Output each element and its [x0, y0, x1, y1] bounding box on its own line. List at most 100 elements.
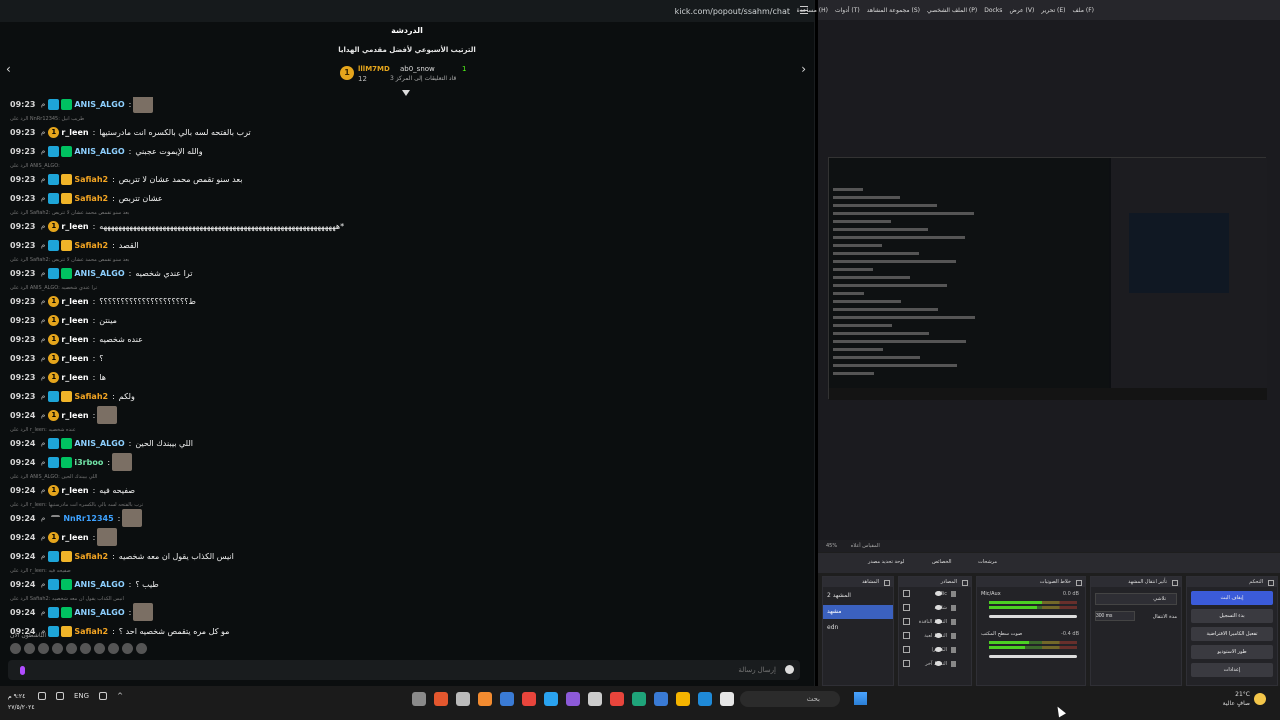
- start-recording-button[interactable]: بدء التسجيل: [1191, 609, 1273, 623]
- message-username[interactable]: r_leen: [61, 222, 88, 231]
- eye-icon[interactable]: [935, 619, 942, 624]
- message-username[interactable]: Safiah2: [74, 392, 108, 401]
- message-username[interactable]: ANIS_ALGO: [74, 439, 124, 448]
- reply-context[interactable]: الرد على ANIS_ALGO: اللي بيبندك الحين: [10, 474, 97, 483]
- app-icon[interactable]: [566, 692, 580, 706]
- scene-item[interactable]: مشهد: [823, 605, 893, 619]
- reply-context[interactable]: الرد على ANIS_ALGO: ترا عندي شخصيه: [10, 285, 97, 294]
- message-username[interactable]: ANIS_ALGO: [74, 100, 124, 109]
- app-icon[interactable]: [610, 692, 624, 706]
- app-icon[interactable]: [412, 692, 426, 706]
- reply-context[interactable]: الرد على Safiah2: انيس الكذاب يقول ان مع…: [10, 596, 124, 605]
- message-username[interactable]: ANIS_ALGO: [74, 269, 124, 278]
- settings-button[interactable]: إعدادات: [1191, 663, 1273, 677]
- emoji-icon[interactable]: [785, 665, 794, 674]
- lock-icon[interactable]: [951, 661, 956, 667]
- weather-widget[interactable]: 21°C صافٍ عالية: [1223, 690, 1266, 708]
- chevron-left-icon[interactable]: ‹: [6, 62, 11, 76]
- message-username[interactable]: i3rboo: [74, 458, 103, 467]
- message-username[interactable]: r_leen: [61, 128, 88, 137]
- message-username[interactable]: r_leen: [61, 533, 88, 542]
- app-icon[interactable]: [588, 692, 602, 706]
- chevron-up-icon[interactable]: ^: [117, 692, 123, 700]
- duration-input[interactable]: [1095, 611, 1135, 621]
- message-username[interactable]: Safiah2: [74, 241, 108, 250]
- avatar[interactable]: [52, 643, 63, 654]
- chat-message[interactable]: 09:23 م Safiah2: عشان تتربص: [10, 191, 163, 205]
- mic-tray-icon[interactable]: [99, 692, 108, 700]
- avatar[interactable]: [94, 643, 105, 654]
- app-icon[interactable]: [456, 692, 470, 706]
- eye-icon[interactable]: [935, 661, 942, 666]
- message-username[interactable]: r_leen: [61, 411, 88, 420]
- menu-item[interactable]: Docks: [984, 7, 1002, 14]
- source-item[interactable]: الكاميرا: [899, 643, 971, 657]
- eye-icon[interactable]: [935, 591, 942, 596]
- chat-message[interactable]: 09:23 م ANIS_ALGO:: [10, 97, 154, 113]
- reply-context[interactable]: الرد على Safiah2: بعد سنو تقمص محمد عشان…: [10, 257, 129, 266]
- virtual-camera-button[interactable]: تفعيل الكاميرا الافتراضية: [1191, 627, 1273, 641]
- app-icon[interactable]: [522, 692, 536, 706]
- avatar[interactable]: [136, 643, 147, 654]
- message-username[interactable]: Safiah2: [74, 194, 108, 203]
- avatar[interactable]: [80, 643, 91, 654]
- chat-message[interactable]: 09:24 م ANIS_ALGO: اللي بيبندك الحين: [10, 436, 193, 450]
- lock-icon[interactable]: [951, 647, 956, 653]
- properties-button[interactable]: الخصائص: [932, 559, 952, 565]
- chat-message[interactable]: 09:23 م ANIS_ALGO: والله الإيموت عجبني: [10, 144, 203, 158]
- app-icon[interactable]: [500, 692, 514, 706]
- reply-context[interactable]: الرد على Safiah2: بعد سنو تقمص محمد عشان…: [10, 210, 129, 219]
- message-username[interactable]: Safiah2: [74, 552, 108, 561]
- source-item[interactable]: التقاط النافذة: [899, 615, 971, 629]
- taskbar-search[interactable]: بحث: [740, 691, 840, 707]
- menu-item[interactable]: مساعدة (H): [797, 7, 828, 14]
- source-item[interactable]: التقاط آخر: [899, 657, 971, 671]
- app-icon[interactable]: [478, 692, 492, 706]
- eye-icon[interactable]: [935, 647, 942, 652]
- scene-item[interactable]: المشهد 2: [823, 589, 893, 603]
- chat-message[interactable]: 09:24 م ANIS_ALGO: طيب ؟: [10, 577, 159, 591]
- reply-context[interactable]: الرد على r_leen: صفيحه فيه: [10, 568, 71, 577]
- message-username[interactable]: r_leen: [61, 486, 88, 495]
- message-username[interactable]: r_leen: [61, 335, 88, 344]
- chat-message[interactable]: 09:23 م Safiah2: القصد: [10, 238, 139, 252]
- reply-context[interactable]: الرد على ANIS_ALGO:: [10, 163, 60, 172]
- avatar[interactable]: [122, 643, 133, 654]
- studio-mode-button[interactable]: طور الاستوديو: [1191, 645, 1273, 659]
- scene-preview[interactable]: [828, 157, 1267, 400]
- lock-icon[interactable]: [951, 605, 956, 611]
- chevron-right-icon[interactable]: ›: [801, 62, 806, 76]
- message-username[interactable]: r_leen: [61, 373, 88, 382]
- avatar[interactable]: [24, 643, 35, 654]
- leaderboard-user[interactable]: lllM7MD: [358, 65, 390, 73]
- chat-message[interactable]: 09:23 م 1 r_leen: هههههههههههههههههههههههههه…: [10, 219, 344, 233]
- browser-url-bar[interactable]: kick.com/popout/ssahm/chat: [0, 0, 814, 22]
- lock-icon[interactable]: [951, 619, 956, 625]
- stop-streaming-button[interactable]: إيقاف البث: [1191, 591, 1273, 605]
- scene-item[interactable]: edn: [823, 621, 893, 635]
- chat-message[interactable]: 09:24 م i3rboo:: [10, 453, 133, 471]
- chat-message[interactable]: 09:24 م 1 r_leen: صفيحه فيه: [10, 483, 135, 497]
- lock-icon[interactable]: [951, 591, 956, 597]
- app-icon[interactable]: [632, 692, 646, 706]
- language-indicator[interactable]: ENG: [74, 692, 89, 700]
- filters-button[interactable]: مرشحات: [978, 559, 997, 565]
- message-username[interactable]: NnRr12345: [63, 514, 113, 523]
- chat-message[interactable]: 09:24 م NnRr12345:: [10, 509, 143, 527]
- message-username[interactable]: Safiah2: [74, 175, 108, 184]
- app-icon[interactable]: [544, 692, 558, 706]
- chat-message[interactable]: 09:23 م 1 r_leen: مينتن: [10, 313, 117, 327]
- app-icon[interactable]: [434, 692, 448, 706]
- menu-item[interactable]: أدوات (T): [835, 7, 860, 14]
- chat-message[interactable]: 09:24 م 1 r_leen:: [10, 406, 118, 424]
- reply-context[interactable]: الرد على NnRr12345: طريب انيل: [10, 116, 84, 125]
- eye-icon[interactable]: [935, 633, 942, 638]
- chat-message[interactable]: 09:23 م Safiah2: ولكم: [10, 389, 135, 403]
- chat-message[interactable]: 09:24 م Safiah2: انيس الكذاب يقول ان معه شخ…: [10, 549, 234, 563]
- menu-item[interactable]: ملف (F): [1073, 7, 1094, 14]
- transition-select[interactable]: تلاشي: [1095, 593, 1177, 605]
- leaderboard-user[interactable]: ab0_snow: [400, 65, 435, 73]
- chat-message[interactable]: 09:24 م 1 r_leen:: [10, 528, 118, 546]
- chat-message[interactable]: 09:24 م ANIS_ALGO:: [10, 603, 154, 621]
- message-username[interactable]: ANIS_ALGO: [74, 608, 124, 617]
